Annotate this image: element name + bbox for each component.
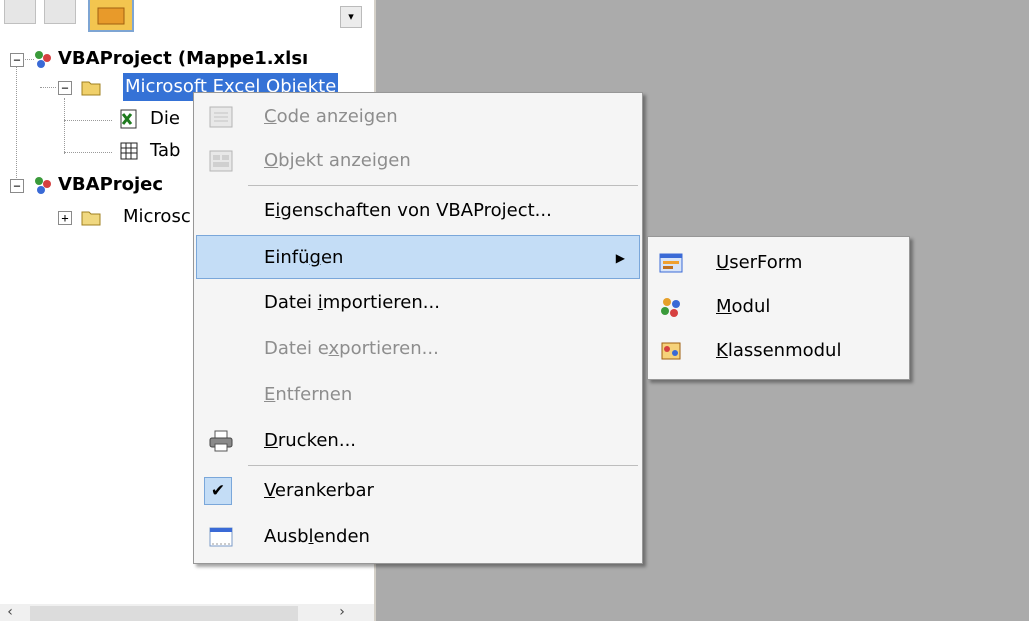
- class-module-icon: [661, 342, 681, 360]
- printer-icon: [209, 430, 233, 452]
- menu-item-label: Datei exportieren...: [264, 338, 439, 359]
- insert-submenu: UserForm Modul Klassenmodul: [647, 236, 910, 380]
- menu-item-entfernen[interactable]: Entfernen: [196, 373, 640, 417]
- menu-item-label: Einfügen: [264, 247, 344, 268]
- submenu-arrow-icon: ▶: [615, 251, 625, 265]
- menu-item-objekt-anzeigen[interactable]: Objekt anzeigen: [196, 139, 640, 183]
- checkmark-icon: ✔: [204, 477, 232, 505]
- tree-item-label: VBAProject (Mappe1.xlsı: [58, 48, 309, 69]
- scroll-right-arrow-icon[interactable]: ›: [332, 604, 352, 621]
- menu-item-datei-exportieren[interactable]: Datei exportieren...: [196, 327, 640, 371]
- menu-item-label: Entfernen: [264, 384, 353, 405]
- submenu-item-userform[interactable]: UserForm: [650, 241, 907, 285]
- submenu-item-modul[interactable]: Modul: [650, 285, 907, 329]
- tree-item-label: Die: [150, 108, 180, 129]
- menu-item-ausblenden[interactable]: Ausblenden: [196, 515, 640, 559]
- menu-item-label: Verankerbar: [264, 480, 374, 501]
- worksheet-icon: [120, 142, 138, 160]
- menu-item-verankerbar[interactable]: ✔ Verankerbar: [196, 469, 640, 513]
- submenu-item-label: Klassenmodul: [716, 340, 842, 361]
- code-window-icon: [209, 106, 233, 128]
- menu-item-datei-importieren[interactable]: Datei importieren...: [196, 281, 640, 325]
- vba-project-icon: [35, 177, 51, 194]
- tree-item-vbaproject-mappe1[interactable]: VBAProject (Mappe1.xlsı: [58, 45, 308, 73]
- tree-line: [64, 98, 65, 154]
- userform-icon: [659, 253, 683, 273]
- folder-icon: [97, 7, 125, 25]
- collapse-toggle[interactable]: −: [10, 53, 24, 67]
- toolbar-dropdown-button[interactable]: ▾: [340, 6, 362, 28]
- collapse-toggle[interactable]: −: [58, 81, 72, 95]
- object-window-icon: [209, 150, 233, 172]
- menu-item-label: Ausblenden: [264, 526, 370, 547]
- excel-workbook-icon: [120, 109, 137, 129]
- menu-item-label: Code anzeigen: [264, 106, 398, 127]
- collapse-toggle[interactable]: −: [10, 179, 24, 193]
- tree-line: [40, 87, 56, 88]
- vba-project-icon: [35, 51, 51, 68]
- view-object-button[interactable]: [44, 0, 76, 24]
- toggle-folders-button[interactable]: [88, 0, 134, 32]
- tree-line: [64, 152, 112, 153]
- tree-item-microsoft-folder-2[interactable]: Microsc: [123, 203, 191, 231]
- tree-item-label: Tab: [150, 140, 181, 161]
- hide-window-icon: [209, 527, 233, 547]
- scroll-left-arrow-icon[interactable]: ‹: [0, 604, 20, 621]
- tree-item-diese-arbeitsmappe[interactable]: Die: [150, 105, 180, 133]
- tree-item-label: Microsc: [123, 206, 191, 227]
- project-explorer-toolbar: ▾: [0, 0, 374, 32]
- menu-item-drucken[interactable]: Drucken...: [196, 419, 640, 463]
- module-icon: [661, 298, 680, 317]
- menu-item-label: Objekt anzeigen: [264, 150, 411, 171]
- open-folder-icon: [81, 81, 101, 96]
- menu-item-label: Drucken...: [264, 430, 357, 451]
- menu-item-eigenschaften[interactable]: Eigenschaften von VBAProject...: [196, 189, 640, 233]
- tree-item-vbaproject-2[interactable]: VBAProjec: [58, 171, 163, 199]
- menu-item-code-anzeigen[interactable]: Code anzeigen: [196, 95, 640, 139]
- context-menu: Code anzeigen Objekt anzeigen Eigenschaf…: [193, 92, 643, 564]
- menu-item-label: Eigenschaften von VBAProject...: [264, 200, 552, 221]
- submenu-item-label: Modul: [716, 296, 771, 317]
- menu-item-label: Datei importieren...: [264, 292, 440, 313]
- folder-icon: [81, 211, 101, 226]
- tree-line: [16, 62, 17, 182]
- horizontal-scrollbar[interactable]: ‹ ›: [0, 604, 374, 621]
- expand-toggle[interactable]: +: [58, 211, 72, 225]
- view-code-button[interactable]: [4, 0, 36, 24]
- tree-item-label: VBAProjec: [58, 174, 164, 195]
- menu-separator: [248, 185, 638, 186]
- scrollbar-thumb[interactable]: [30, 606, 298, 621]
- tree-line: [64, 120, 112, 121]
- tree-item-tabelle1[interactable]: Tab: [150, 137, 180, 165]
- menu-separator: [248, 465, 638, 466]
- submenu-item-klassenmodul[interactable]: Klassenmodul: [650, 329, 907, 373]
- submenu-item-label: UserForm: [716, 252, 803, 273]
- menu-item-einfuegen[interactable]: Einfügen ▶: [196, 235, 640, 279]
